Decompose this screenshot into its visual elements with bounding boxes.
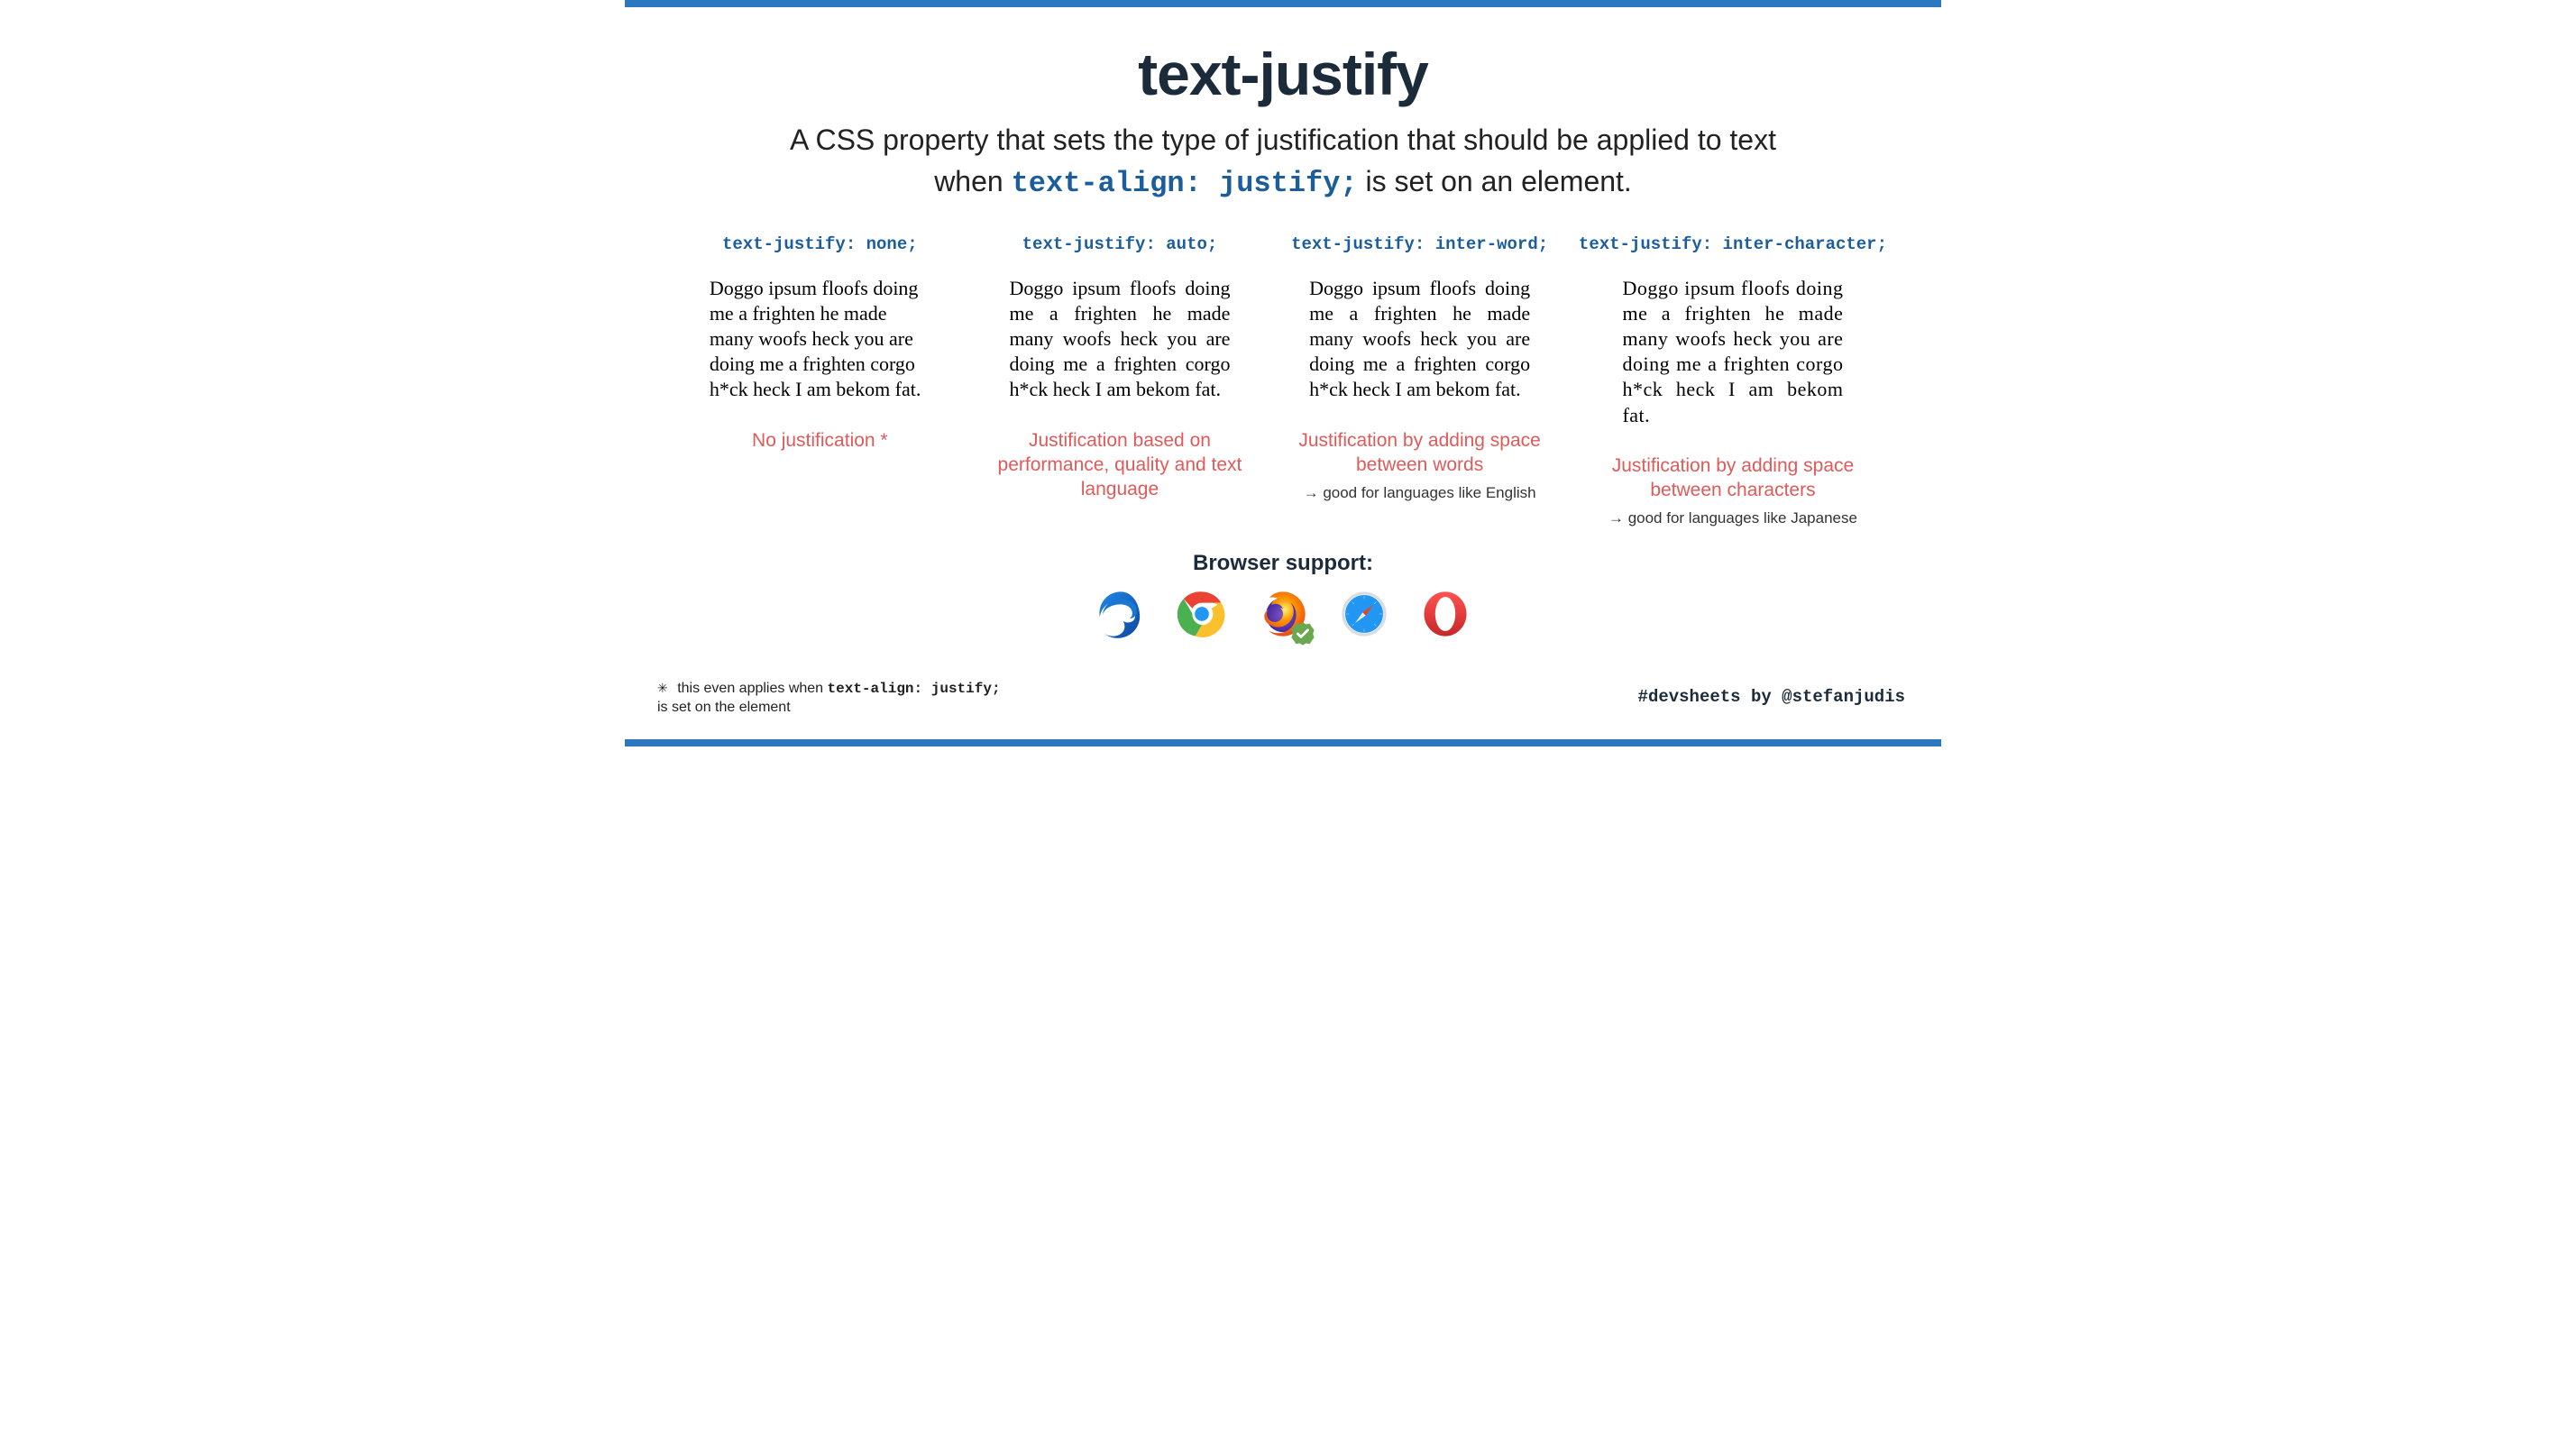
page-subtitle: A CSS property that sets the type of jus… xyxy=(625,119,1941,206)
caption-auto: Justification based on performance, qual… xyxy=(979,428,1261,502)
footnote-code: text-align: justify; xyxy=(828,681,1001,697)
page-title: text-justify xyxy=(625,40,1941,108)
firefox-icon-wrap xyxy=(1258,589,1308,639)
sample-text-inter-character: Doggo ipsum floofs doing me a frighten h… xyxy=(1622,276,1843,428)
footnote-pre: this even applies when xyxy=(677,681,827,696)
example-code-inter-character: text-justify: inter-character; xyxy=(1579,234,1887,254)
example-code-inter-word: text-justify: inter-word; xyxy=(1278,234,1561,254)
caption-inter-character: Justification by adding space between ch… xyxy=(1579,453,1887,503)
hint-inter-word: → good for languages like English xyxy=(1278,484,1561,502)
footnote-star-icon: ✳ xyxy=(657,681,668,695)
example-auto: text-justify: auto; Doggo ipsum floofs d… xyxy=(979,234,1261,528)
opera-icon xyxy=(1420,589,1471,639)
browser-support-heading: Browser support: xyxy=(625,551,1941,576)
edge-icon xyxy=(1095,589,1146,639)
sample-text-none: Doggo ipsum floofs doing me a frighten h… xyxy=(710,276,930,403)
safari-icon xyxy=(1339,589,1389,639)
example-code-auto: text-justify: auto; xyxy=(979,234,1261,254)
example-none: text-justify: none; Doggo ipsum floofs d… xyxy=(679,234,961,528)
sample-text-auto: Doggo ipsum floofs doing me a frighten h… xyxy=(1009,276,1230,403)
supported-check-icon xyxy=(1290,621,1315,646)
subtitle-when: when xyxy=(934,165,1011,197)
example-inter-word: text-justify: inter-word; Doggo ipsum fl… xyxy=(1278,234,1561,528)
devsheet-page: text-justify A CSS property that sets th… xyxy=(625,0,1941,746)
examples-row: text-justify: none; Doggo ipsum floofs d… xyxy=(679,234,1887,528)
sample-text-inter-word: Doggo ipsum floofs doing me a frighten h… xyxy=(1309,276,1530,403)
credit-line: #devsheets by @stefanjudis xyxy=(1638,687,1905,707)
caption-none: No justification * xyxy=(679,428,961,453)
hint-inter-character: → good for languages like Japanese xyxy=(1579,509,1887,527)
example-code-none: text-justify: none; xyxy=(679,234,961,254)
caption-inter-word: Justification by adding space between wo… xyxy=(1278,428,1561,478)
footnote: ✳ this even applies when text-align: jus… xyxy=(657,680,1001,718)
browser-icons-row xyxy=(625,589,1941,639)
footnote-post: is set on the element xyxy=(657,700,791,715)
subtitle-post: is set on an element. xyxy=(1358,165,1632,197)
chrome-icon xyxy=(1177,589,1227,639)
example-inter-character: text-justify: inter-character; Doggo ips… xyxy=(1579,234,1887,528)
subtitle-code: text-align: justify; xyxy=(1012,167,1358,200)
subtitle-line1: A CSS property that sets the type of jus… xyxy=(790,124,1776,156)
